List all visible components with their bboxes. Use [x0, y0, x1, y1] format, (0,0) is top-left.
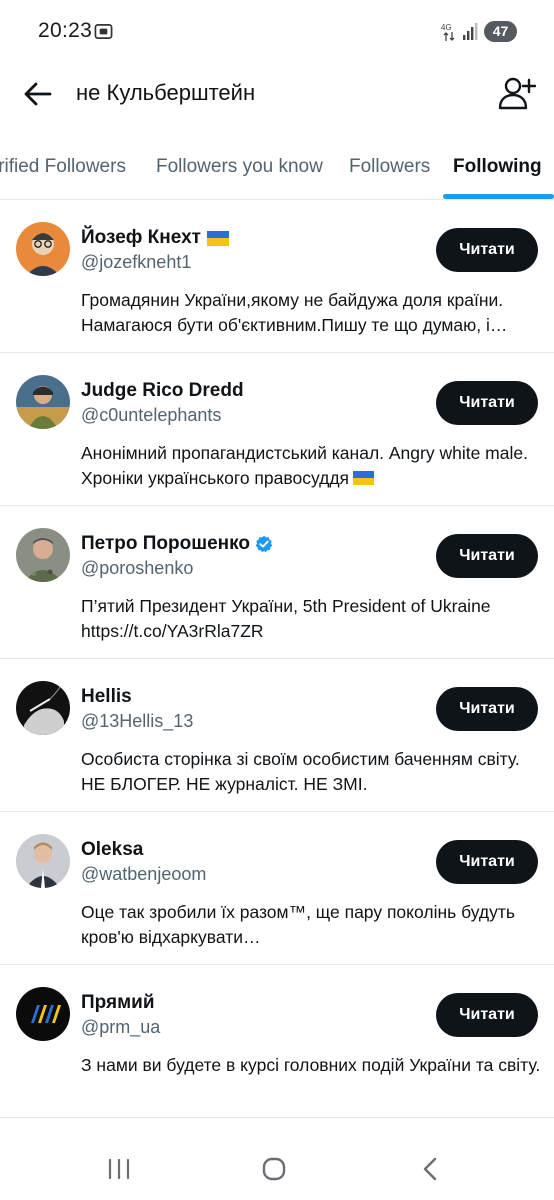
user-bio: З нами ви будете в курсі головних подій … — [81, 1055, 541, 1075]
user-bio: Анонімний пропагандистський канал. Angry… — [81, 441, 541, 491]
signal-icon — [463, 23, 478, 40]
list-item[interactable]: Judge Rico Dredd @c0untelephants Анонімн… — [0, 353, 554, 506]
user-name: Йозеф Кнехт — [81, 227, 201, 248]
follow-button[interactable]: Читати — [436, 687, 538, 731]
user-bio: П’ятий Президент України, 5th President … — [81, 596, 491, 641]
list-item[interactable]: Прямий @prm_ua З нами ви будете в курсі … — [0, 965, 554, 1118]
avatar[interactable] — [16, 375, 70, 429]
verified-badge-icon — [255, 535, 273, 553]
avatar[interactable] — [16, 834, 70, 888]
page-title: не Кульберштейн — [76, 80, 256, 105]
top-app-bar: не Кульберштейн — [0, 64, 554, 126]
avatar[interactable] — [16, 987, 70, 1041]
list-item[interactable]: Петро Порошенко @poroshenko П’ятий Прези… — [0, 506, 554, 659]
follow-button[interactable]: Читати — [436, 993, 538, 1037]
user-bio: Громадянин України,якому не байдужа доля… — [81, 290, 508, 335]
system-nav-bar — [0, 1140, 554, 1200]
ukraine-flag-icon — [353, 467, 375, 485]
user-bio: Оце так зробили їх разом™, ще пару покол… — [81, 902, 516, 947]
network-label: 4G — [441, 23, 452, 32]
follow-button[interactable]: Читати — [436, 840, 538, 884]
user-name: Прямий — [81, 992, 155, 1013]
avatar[interactable] — [16, 528, 70, 582]
tab-following[interactable]: Following — [453, 156, 542, 178]
avatar[interactable] — [16, 222, 70, 276]
user-name: Oleksa — [81, 839, 144, 860]
user-name: Петро Порошенко — [81, 533, 250, 554]
recents-icon[interactable] — [104, 1154, 134, 1184]
tab-followers-you-know[interactable]: Followers you know — [156, 156, 323, 178]
user-handle: @prm_ua — [81, 1017, 161, 1037]
battery-indicator: 47 — [484, 21, 517, 42]
active-tab-indicator — [443, 194, 554, 199]
network-4g-icon: 4G — [441, 23, 455, 41]
user-handle: @poroshenko — [81, 558, 194, 578]
avatar[interactable] — [16, 681, 70, 735]
follow-button[interactable]: Читати — [436, 534, 538, 578]
add-user-icon[interactable] — [498, 76, 536, 110]
tab-verified-followers[interactable]: Verified Followers — [0, 156, 126, 178]
tab-followers[interactable]: Followers — [349, 156, 430, 178]
following-list: Йозеф Кнехт @jozefkneht1 Громадянин Укра… — [0, 200, 554, 1118]
back-chevron-icon[interactable] — [416, 1154, 446, 1184]
user-handle: @c0untelephants — [81, 405, 222, 425]
user-bio: Особиста сторінка зі своїм особистим бач… — [81, 749, 520, 794]
screen-record-icon — [94, 23, 113, 40]
follow-button[interactable]: Читати — [436, 381, 538, 425]
list-item[interactable]: Йозеф Кнехт @jozefkneht1 Громадянин Укра… — [0, 200, 554, 353]
user-handle: @watbenjeoom — [81, 864, 207, 884]
user-name: Hellis — [81, 686, 132, 707]
list-item[interactable]: Oleksa @watbenjeoom Оце так зробили їх р… — [0, 812, 554, 965]
user-bio-text: Анонімний пропагандистський канал. Angry… — [81, 443, 528, 488]
user-handle: @jozefkneht1 — [81, 252, 192, 272]
user-name: Judge Rico Dredd — [81, 380, 244, 401]
ukraine-flag-icon — [206, 230, 229, 246]
arrow-left-icon[interactable] — [20, 78, 56, 110]
follow-button[interactable]: Читати — [436, 228, 538, 272]
status-time: 20:23 — [38, 19, 93, 42]
tab-bar: Verified Followers Followers you know Fo… — [0, 130, 554, 200]
status-bar: 20:23 4G 47 — [0, 0, 554, 64]
home-icon[interactable] — [259, 1154, 289, 1184]
user-handle: @13Hellis_13 — [81, 711, 194, 731]
list-item[interactable]: Hellis @13Hellis_13 Особиста сторінка зі… — [0, 659, 554, 812]
